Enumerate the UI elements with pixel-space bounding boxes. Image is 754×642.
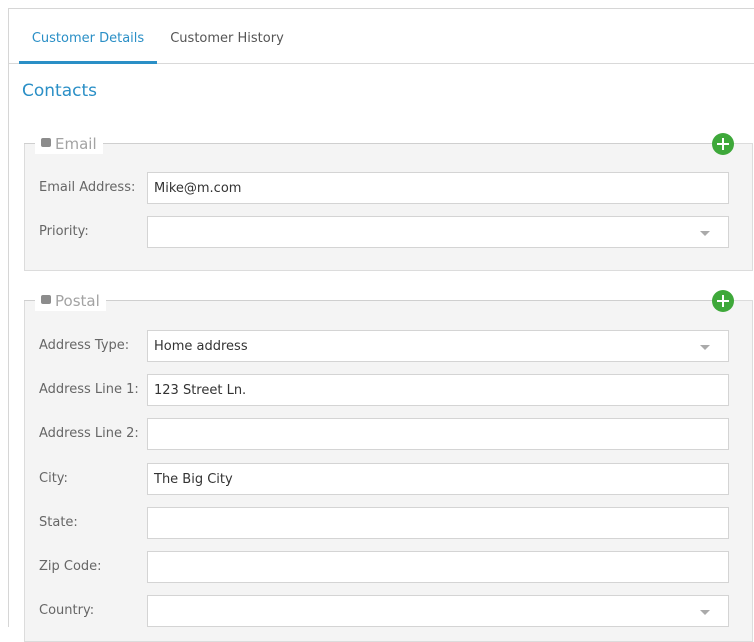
minus-square-icon[interactable] — [41, 295, 51, 304]
email-address-input[interactable]: Mike@m.com — [147, 172, 729, 204]
section-title-contacts: Contacts — [22, 81, 97, 101]
add-email-button[interactable] — [712, 133, 734, 155]
address-line-2-input[interactable] — [147, 418, 729, 450]
email-address-label: Email Address: — [39, 180, 136, 195]
email-legend[interactable]: Email — [35, 134, 103, 154]
country-select[interactable] — [147, 595, 729, 627]
postal-legend-label: Postal — [55, 292, 100, 310]
address-type-value: Home address — [154, 339, 248, 354]
caret-down-icon — [700, 345, 710, 350]
address-type-select[interactable]: Home address — [147, 330, 729, 362]
caret-down-icon — [700, 231, 710, 236]
state-input[interactable] — [147, 507, 729, 539]
add-postal-button[interactable] — [712, 290, 734, 312]
email-fieldset — [24, 143, 753, 271]
priority-label: Priority: — [39, 224, 89, 239]
zip-code-label: Zip Code: — [39, 559, 102, 574]
minus-square-icon[interactable] — [41, 138, 51, 147]
priority-select[interactable] — [147, 216, 729, 248]
address-line-2-label: Address Line 2: — [39, 426, 139, 441]
tab-bar: Customer Details Customer History — [9, 9, 754, 64]
caret-down-icon — [700, 610, 710, 615]
address-type-label: Address Type: — [39, 338, 130, 353]
email-fieldset-border — [24, 143, 731, 144]
city-label: City: — [39, 471, 68, 486]
city-input[interactable]: The Big City — [147, 463, 729, 495]
address-line-1-label: Address Line 1: — [39, 382, 139, 397]
tab-customer-history[interactable]: Customer History — [165, 9, 289, 63]
tab-customer-details[interactable]: Customer Details — [19, 9, 157, 64]
customer-panel: Customer Details Customer History Contac… — [8, 8, 754, 642]
postal-fieldset-border — [24, 300, 731, 301]
country-label: Country: — [39, 603, 95, 618]
postal-legend[interactable]: Postal — [35, 291, 106, 311]
zip-code-input[interactable] — [147, 551, 729, 583]
email-legend-label: Email — [55, 135, 97, 153]
address-line-1-input[interactable]: 123 Street Ln. — [147, 374, 729, 406]
state-label: State: — [39, 515, 78, 530]
